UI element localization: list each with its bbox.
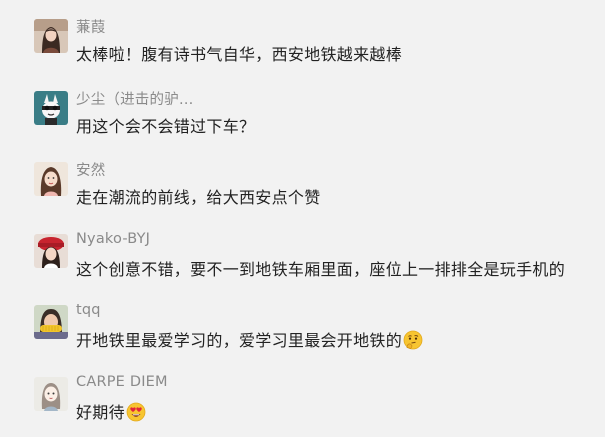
comment-item: 蒹葭 太棒啦！腹有诗书气自华，西安地铁越来越棒 bbox=[0, 19, 605, 79]
comment-text: 太棒啦！腹有诗书气自华，西安地铁越来越棒 bbox=[76, 45, 403, 64]
comment-nickname[interactable]: tqq bbox=[76, 302, 101, 318]
comment-list: 蒹葭 太棒啦！腹有诗书气自华，西安地铁越来越棒 少尘（进击的驴… 用这个会不会错… bbox=[0, 0, 605, 431]
comment-text: 开地铁里最爱学习的，爱学习里最会开地铁的 bbox=[76, 327, 423, 351]
comment-text: 用这个会不会错过下车？ bbox=[76, 117, 256, 136]
comment-nickname[interactable]: 蒹葭 bbox=[76, 16, 105, 37]
comment-item: 少尘（进击的驴… 用这个会不会错过下车？ bbox=[0, 91, 605, 151]
girl-selfie-avatar[interactable] bbox=[34, 162, 68, 196]
illustrated-girl-avatar[interactable] bbox=[34, 377, 68, 411]
comment-nickname[interactable]: CARPE DIEM bbox=[76, 374, 168, 390]
comment-item: Nyako-BYJ 这个创意不错，要不一到地铁车厢里面，座位上一排排全是玩手机的 bbox=[0, 231, 605, 294]
comment-text: 走在潮流的前线，给大西安点个赞 bbox=[76, 188, 321, 207]
comment-text-body: 开地铁里最爱学习的，爱学习里最会开地铁的 bbox=[76, 331, 403, 350]
comment-item: 安然 走在潮流的前线，给大西安点个赞 bbox=[0, 162, 605, 222]
comment-nickname[interactable]: 安然 bbox=[76, 159, 105, 180]
person-eating-corn-avatar[interactable] bbox=[34, 305, 68, 339]
comment-item: tqq 开地铁里最爱学习的，爱学习里最会开地铁的 bbox=[0, 302, 605, 365]
comment-text: 这个创意不错，要不一到地铁车厢里面，座位上一排排全是玩手机的 bbox=[76, 260, 566, 279]
comment-nickname[interactable]: Nyako-BYJ bbox=[76, 231, 150, 247]
comment-nickname[interactable]: 少尘（进击的驴… bbox=[76, 88, 194, 109]
thinking-face-emoji bbox=[403, 330, 423, 350]
girl-red-hat-avatar[interactable] bbox=[34, 234, 68, 268]
comment-text: 好期待 bbox=[76, 399, 146, 423]
heart-eyes-emoji bbox=[126, 402, 146, 422]
comment-text-body: 好期待 bbox=[76, 403, 125, 422]
cartoon-character-avatar[interactable] bbox=[34, 91, 68, 125]
girl-portrait-avatar[interactable] bbox=[34, 19, 68, 53]
comment-item: CARPE DIEM 好期待 bbox=[0, 374, 605, 437]
